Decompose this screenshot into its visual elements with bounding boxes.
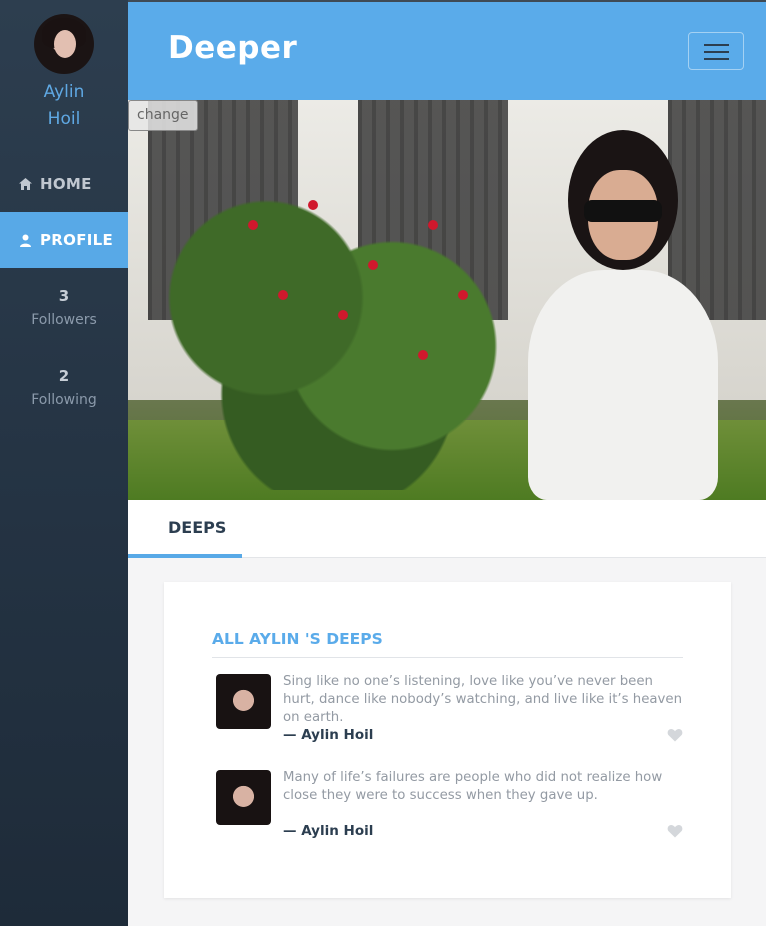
scrollbar[interactable] (756, 100, 766, 926)
following-count: 2 (58, 367, 70, 385)
user-first-name: Aylin (43, 82, 85, 102)
brand-title[interactable]: Deeper (168, 30, 297, 66)
menu-toggle-button[interactable] (688, 32, 744, 70)
header-bar: Deeper (128, 2, 766, 100)
following-label: Following (31, 392, 97, 408)
tab-deeps[interactable]: DEEPS (128, 500, 242, 558)
following-stat[interactable]: 2 Following (0, 364, 128, 412)
list-item: Many of life’s failures are people who d… (216, 770, 683, 850)
avatar[interactable] (34, 14, 94, 74)
sidebar: Aylin Hoil HOME PROFILE 3 Followers 2 Fo… (0, 0, 128, 926)
heart-icon[interactable] (667, 824, 683, 838)
nav-profile-label: PROFILE (40, 231, 114, 249)
deep-text: Many of life’s failures are people who d… (283, 770, 663, 803)
followers-count: 3 (58, 287, 70, 305)
hamburger-icon (704, 44, 729, 46)
profile-tabs: DEEPS (128, 500, 766, 558)
cover-photo (128, 100, 766, 500)
nav-profile[interactable]: PROFILE (0, 212, 128, 268)
nav-home[interactable]: HOME (0, 156, 128, 212)
user-last-name: Hoil (47, 109, 81, 129)
deeps-card-title: ALL AYLIN 'S DEEPS (212, 630, 683, 658)
avatar[interactable] (216, 674, 271, 729)
user-icon (17, 232, 33, 248)
heart-icon[interactable] (667, 728, 683, 742)
nav-home-label: HOME (40, 175, 92, 193)
deep-author[interactable]: — Aylin Hoil (283, 823, 373, 839)
deep-text: Sing like no one’s listening, love like … (283, 674, 683, 725)
followers-label: Followers (31, 312, 97, 328)
avatar[interactable] (216, 770, 271, 825)
deeps-card: ALL AYLIN 'S DEEPS Sing like no one’s li… (164, 582, 731, 898)
followers-stat[interactable]: 3 Followers (0, 284, 128, 332)
list-item: Sing like no one’s listening, love like … (216, 674, 683, 754)
change-cover-button[interactable]: change (128, 100, 198, 131)
deep-author[interactable]: — Aylin Hoil (283, 727, 373, 743)
home-icon (17, 176, 33, 192)
